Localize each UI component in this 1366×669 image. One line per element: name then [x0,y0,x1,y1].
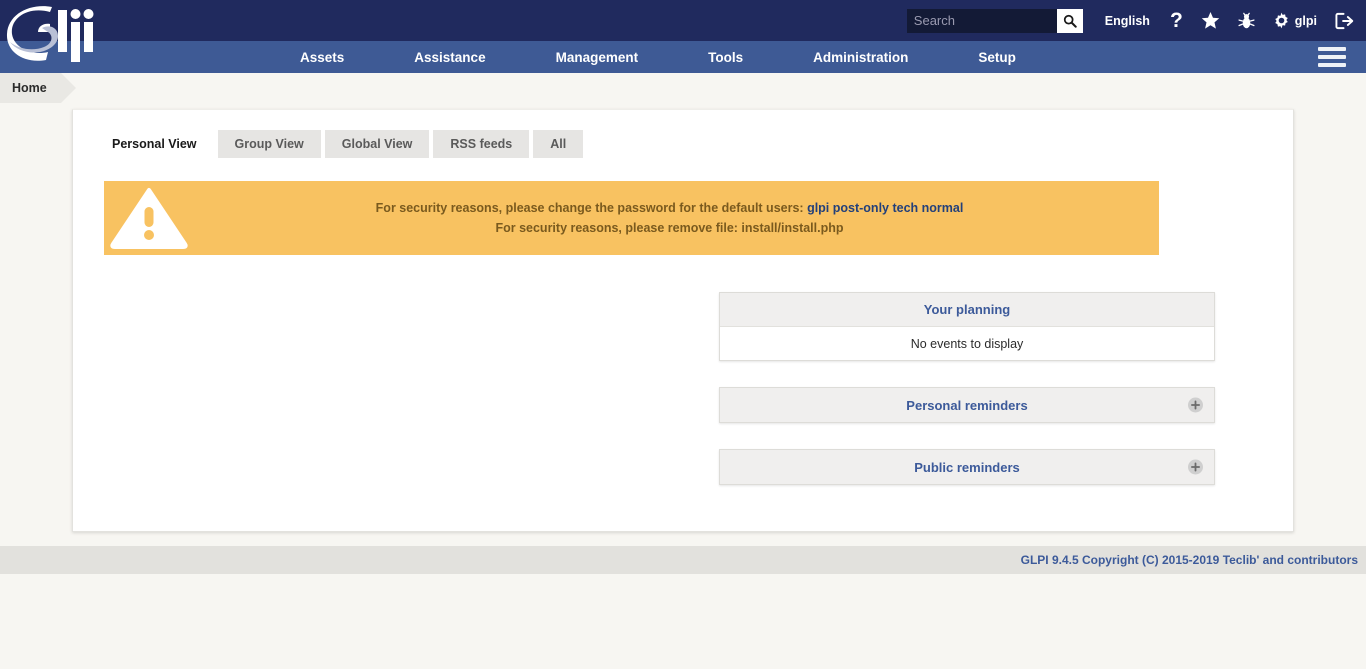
plus-icon [1191,400,1200,410]
tab-all[interactable]: All [533,130,584,158]
widget-header: Personal reminders [720,388,1214,422]
tab-rss-feeds[interactable]: RSS feeds [433,130,530,158]
footer-copyright[interactable]: GLPI 9.4.5 Copyright (C) 2015-2019 Tecli… [1021,553,1366,567]
global-search [906,8,1083,33]
widget-title-personal-reminders[interactable]: Personal reminders [906,398,1027,413]
nav-item-assets[interactable]: Assets [300,44,344,71]
hamburger-bar [1318,47,1346,51]
nav-menu: Assets Assistance Management Tools Admin… [300,44,1016,71]
tab-global-view[interactable]: Global View [324,130,430,158]
widgets-column: Your planning No events to display Perso… [719,292,1215,485]
breadcrumb: Home [0,73,1366,103]
hamburger-bar [1318,63,1346,67]
add-public-reminder-button[interactable] [1188,459,1203,475]
nav-item-setup[interactable]: Setup [978,44,1016,71]
breadcrumb-item-home[interactable]: Home [0,73,76,103]
hamburger-menu-icon[interactable] [1318,47,1346,67]
default-users-link[interactable]: glpi post-only tech normal [807,201,963,215]
nav-item-assistance[interactable]: Assistance [414,44,485,71]
nav-item-management[interactable]: Management [556,44,639,71]
plus-icon [1191,462,1200,472]
user-settings[interactable]: glpi [1273,12,1317,29]
warning-line-2: For security reasons, please remove file… [495,221,844,235]
nav-item-tools[interactable]: Tools [708,44,743,71]
top-bar: English ? glpi [0,0,1366,62]
warning-line-1-text: For security reasons, please change the … [375,201,804,215]
add-personal-reminder-button[interactable] [1188,397,1203,413]
warning-triangle-icon [104,187,194,249]
main-navigation: Assets Assistance Management Tools Admin… [0,41,1366,73]
search-button[interactable] [1056,8,1083,33]
widget-title-public-reminders[interactable]: Public reminders [914,460,1019,475]
tab-personal-view[interactable]: Personal View [95,130,214,158]
security-warning-banner: For security reasons, please change the … [104,181,1159,255]
widget-your-planning: Your planning No events to display [719,292,1215,361]
page-footer: GLPI 9.4.5 Copyright (C) 2015-2019 Tecli… [0,546,1366,574]
gear-icon [1274,12,1288,29]
language-selector[interactable]: English [1105,14,1150,28]
page-content: Personal View Group View Global View RSS… [0,103,1366,532]
tab-group-view[interactable]: Group View [217,130,321,158]
search-input[interactable] [906,8,1057,33]
help-icon[interactable]: ? [1170,10,1183,31]
widget-personal-reminders: Personal reminders [719,387,1215,423]
warning-line-1: For security reasons, please change the … [194,198,1145,218]
username-label: glpi [1294,13,1317,28]
widget-header: Public reminders [720,450,1214,484]
search-icon [1063,14,1077,28]
nav-item-administration[interactable]: Administration [813,44,908,71]
hamburger-bar [1318,55,1346,59]
dashboard-panel: Personal View Group View Global View RSS… [72,109,1294,532]
warning-messages: For security reasons, please change the … [194,190,1159,246]
planning-empty-message: No events to display [720,327,1214,360]
logout-icon[interactable] [1335,12,1354,30]
glpi-logo[interactable] [6,4,102,66]
star-icon[interactable] [1201,11,1220,30]
bug-icon[interactable] [1238,12,1255,30]
view-tabs: Personal View Group View Global View RSS… [95,130,1273,158]
widget-public-reminders: Public reminders [719,449,1215,485]
topbar-actions: English ? glpi [906,8,1366,33]
widget-header: Your planning [720,293,1214,327]
widget-title-your-planning[interactable]: Your planning [924,302,1010,317]
